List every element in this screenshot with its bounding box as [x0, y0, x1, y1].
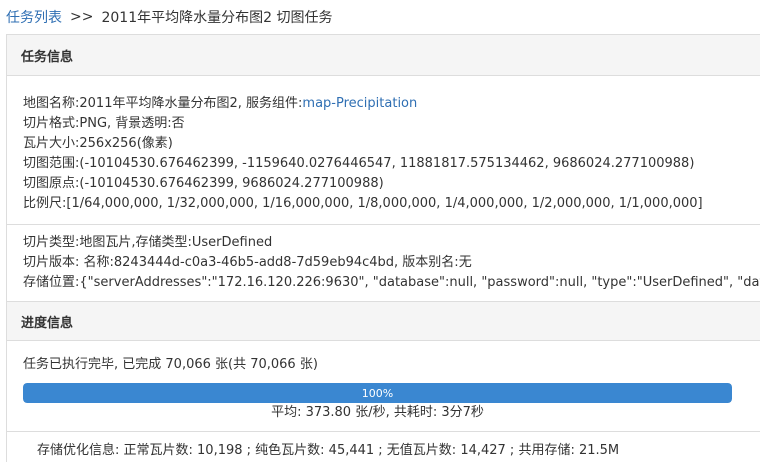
storage-info-section: 切片类型:地图瓦片,存储类型:UserDefined 切片版本: 名称:8243…	[7, 224, 760, 301]
range-line: 切图范围:(-10104530.676462399, -1159640.0276…	[23, 156, 695, 171]
storage-optimization-info: 存储优化信息: 正常瓦片数: 10,198 ; 纯色瓦片数: 45,441 ; …	[7, 431, 760, 462]
map-name-label: 地图名称:	[23, 96, 80, 111]
breadcrumb-current: 2011年平均降水量分布图2 切图任务	[101, 10, 333, 26]
type-line: 切片类型:地图瓦片,存储类型:UserDefined	[23, 235, 273, 250]
scale-line: 比例尺:[1/64,000,000, 1/32,000,000, 1/16,00…	[23, 196, 703, 211]
size-line: 瓦片大小:256x256(像素)	[23, 136, 173, 151]
breadcrumb-task-list-link[interactable]: 任务列表	[6, 7, 62, 27]
service-link[interactable]: map-Precipitation	[302, 96, 417, 111]
progress-info-heading: 进度信息	[7, 301, 760, 341]
map-info-section: 地图名称:2011年平均降水量分布图2, 服务组件:map-Precipitat…	[7, 76, 760, 224]
task-panel: 任务信息 地图名称:2011年平均降水量分布图2, 服务组件:map-Preci…	[6, 34, 760, 462]
progress-section: 任务已执行完毕, 已完成 70,066 张(共 70,066 张) 100% 平…	[7, 341, 760, 423]
format-line: 切片格式:PNG, 背景透明:否	[23, 116, 185, 131]
progress-fill: 100%	[23, 383, 732, 403]
task-info-heading: 任务信息	[7, 35, 760, 76]
progress-bar: 100%	[23, 383, 732, 403]
breadcrumb: 任务列表 >> 2011年平均降水量分布图2 切图任务	[0, 0, 760, 34]
map-name-value: 2011年平均降水量分布图2,	[79, 96, 242, 111]
storage-line: 存储位置:{"serverAddresses":"172.16.120.226:…	[23, 275, 760, 290]
map-name-line: 地图名称:2011年平均降水量分布图2, 服务组件:map-Precipitat…	[23, 94, 744, 114]
progress-status: 任务已执行完毕, 已完成 70,066 张(共 70,066 张)	[23, 357, 318, 372]
version-line: 切片版本: 名称:8243444d-c0a3-46b5-add8-7d59eb9…	[23, 255, 472, 270]
origin-line: 切图原点:(-10104530.676462399, 9686024.27710…	[23, 176, 384, 191]
breadcrumb-separator: >>	[70, 9, 94, 25]
progress-speed: 平均: 373.80 张/秒, 共耗时: 3分7秒	[271, 405, 484, 420]
service-label: 服务组件:	[246, 96, 303, 111]
